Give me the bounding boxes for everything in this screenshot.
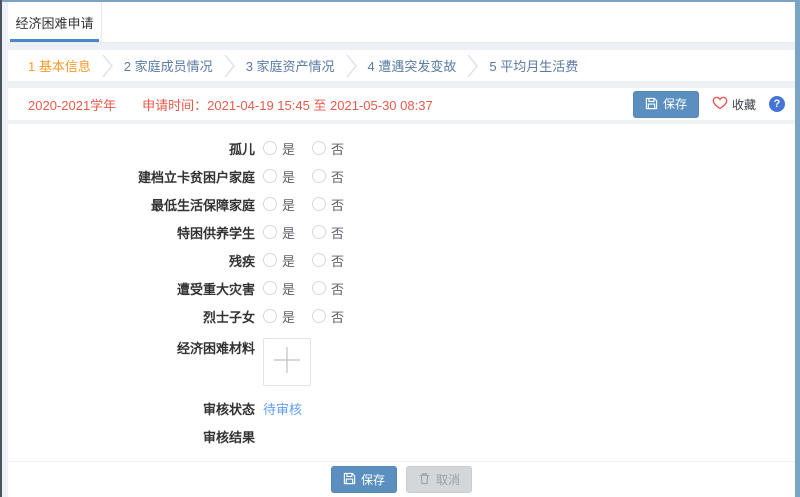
form-row-extreme-poverty-student: 特困供养学生 是 否 bbox=[8, 218, 795, 246]
radio-group: 是 否 bbox=[263, 167, 344, 186]
radio-yes-label[interactable]: 是 bbox=[282, 251, 295, 270]
save-button-label: 保存 bbox=[361, 474, 385, 486]
form-panel: 孤儿 是 否 建档立卡贫困户家庭 是 否 最低生活保障家庭 是 否 特困供养学生… bbox=[8, 124, 795, 497]
active-tab-underline bbox=[10, 39, 99, 42]
tab-label: 经济困难申请 bbox=[15, 13, 93, 32]
radio-no-label[interactable]: 否 bbox=[331, 139, 344, 158]
radio-yes[interactable] bbox=[263, 197, 277, 211]
radio-yes-label[interactable]: 是 bbox=[282, 223, 295, 242]
form-row-label: 建档立卡贫困户家庭 bbox=[8, 167, 255, 186]
radio-yes[interactable] bbox=[263, 253, 277, 267]
radio-no-label[interactable]: 否 bbox=[331, 223, 344, 242]
step-basic-info[interactable]: 1 基本信息 bbox=[28, 56, 91, 75]
radio-yes[interactable] bbox=[263, 281, 277, 295]
footer-action-bar: 保存 取消 bbox=[8, 461, 795, 497]
radio-yes-label[interactable]: 是 bbox=[282, 195, 295, 214]
radio-yes[interactable] bbox=[263, 169, 277, 183]
tab-economic-difficulty-application[interactable]: 经济困难申请 bbox=[8, 2, 102, 42]
chevron-right-icon bbox=[224, 54, 235, 78]
radio-no-label[interactable]: 否 bbox=[331, 307, 344, 326]
favorite-button[interactable]: 收藏 bbox=[712, 96, 756, 113]
form-row-martyr-children: 烈士子女 是 否 bbox=[8, 302, 795, 330]
academic-year: 2020-2021学年 bbox=[28, 95, 116, 114]
form-row-label: 审核状态 bbox=[8, 399, 255, 418]
radio-no[interactable] bbox=[312, 281, 326, 295]
heart-icon bbox=[712, 96, 728, 113]
form-row-review-result: 审核结果 bbox=[8, 422, 795, 450]
form-row-major-disaster: 遭受重大灾害 是 否 bbox=[8, 274, 795, 302]
form-row-label: 最低生活保障家庭 bbox=[8, 195, 255, 214]
header-bar: 2020-2021学年 申请时间：2021-04-19 15:45 至 2021… bbox=[8, 88, 795, 120]
radio-no[interactable] bbox=[312, 169, 326, 183]
radio-no-label[interactable]: 否 bbox=[331, 167, 344, 186]
radio-no-label[interactable]: 否 bbox=[331, 251, 344, 270]
header-actions: 保存 收藏 ? bbox=[633, 91, 785, 118]
chevron-right-icon bbox=[346, 54, 357, 78]
save-button-bottom[interactable]: 保存 bbox=[331, 466, 397, 493]
upload-dropzone[interactable] bbox=[263, 338, 311, 386]
form-row-minimum-living-allowance: 最低生活保障家庭 是 否 bbox=[8, 190, 795, 218]
radio-yes-label[interactable]: 是 bbox=[282, 307, 295, 326]
step-avg-monthly-expense[interactable]: 5 平均月生活费 bbox=[489, 56, 578, 75]
chevron-right-icon bbox=[102, 54, 113, 78]
radio-no[interactable] bbox=[312, 141, 326, 155]
form-row-registered-poor-household: 建档立卡贫困户家庭 是 否 bbox=[8, 162, 795, 190]
form-row-label: 烈士子女 bbox=[8, 307, 255, 326]
step-sudden-misfortune[interactable]: 4 遭遇突发变故 bbox=[368, 56, 457, 75]
save-button-label: 保存 bbox=[663, 98, 687, 110]
help-icon[interactable]: ? bbox=[769, 96, 785, 112]
save-icon bbox=[343, 472, 356, 487]
window-top-edge bbox=[0, 0, 800, 2]
chevron-right-icon bbox=[467, 54, 478, 78]
radio-group: 是 否 bbox=[263, 307, 344, 326]
radio-no-label[interactable]: 否 bbox=[331, 279, 344, 298]
radio-no[interactable] bbox=[312, 197, 326, 211]
radio-group: 是 否 bbox=[263, 223, 344, 242]
plus-icon bbox=[272, 345, 302, 380]
radio-yes-label[interactable]: 是 bbox=[282, 279, 295, 298]
form-row-label: 残疾 bbox=[8, 251, 255, 270]
form-row-label: 遭受重大灾害 bbox=[8, 279, 255, 298]
radio-group: 是 否 bbox=[263, 251, 344, 270]
form-row-label: 孤儿 bbox=[8, 139, 255, 158]
radio-no[interactable] bbox=[312, 253, 326, 267]
step-nav: 1 基本信息 2 家庭成员情况 3 家庭资产情况 4 遭遇突发变故 5 平均月生… bbox=[8, 50, 795, 81]
form-row-label: 经济困难材料 bbox=[8, 338, 255, 357]
favorite-label: 收藏 bbox=[732, 96, 756, 113]
form-row-disability: 残疾 是 否 bbox=[8, 246, 795, 274]
form-row-difficulty-materials: 经济困难材料 bbox=[8, 338, 795, 386]
window-right-edge bbox=[795, 0, 800, 497]
radio-group: 是 否 bbox=[263, 139, 344, 158]
radio-group: 是 否 bbox=[263, 279, 344, 298]
cancel-button[interactable]: 取消 bbox=[406, 466, 472, 493]
radio-yes[interactable] bbox=[263, 309, 277, 323]
radio-group: 是 否 bbox=[263, 195, 344, 214]
save-icon bbox=[645, 97, 658, 112]
save-button[interactable]: 保存 bbox=[633, 91, 699, 118]
radio-yes-label[interactable]: 是 bbox=[282, 139, 295, 158]
form-row-label: 审核结果 bbox=[8, 427, 255, 446]
review-status-value: 待审核 bbox=[263, 399, 302, 418]
window-left-edge bbox=[0, 0, 2, 497]
application-time-range: 申请时间：2021-04-19 15:45 至 2021-05-30 08:37 bbox=[142, 95, 433, 114]
form-row-orphan: 孤儿 是 否 bbox=[8, 134, 795, 162]
radio-yes-label[interactable]: 是 bbox=[282, 167, 295, 186]
step-family-members[interactable]: 2 家庭成员情况 bbox=[124, 56, 213, 75]
radio-yes[interactable] bbox=[263, 141, 277, 155]
radio-yes[interactable] bbox=[263, 225, 277, 239]
tab-bar: 经济困难申请 bbox=[8, 2, 795, 43]
form-row-label: 特困供养学生 bbox=[8, 223, 255, 242]
radio-no[interactable] bbox=[312, 309, 326, 323]
basic-info-form: 孤儿 是 否 建档立卡贫困户家庭 是 否 最低生活保障家庭 是 否 特困供养学生… bbox=[8, 124, 795, 450]
radio-no[interactable] bbox=[312, 225, 326, 239]
trash-icon bbox=[418, 472, 431, 487]
cancel-button-label: 取消 bbox=[436, 474, 460, 486]
step-family-assets[interactable]: 3 家庭资产情况 bbox=[246, 56, 335, 75]
form-row-review-status: 审核状态 待审核 bbox=[8, 394, 795, 422]
radio-no-label[interactable]: 否 bbox=[331, 195, 344, 214]
